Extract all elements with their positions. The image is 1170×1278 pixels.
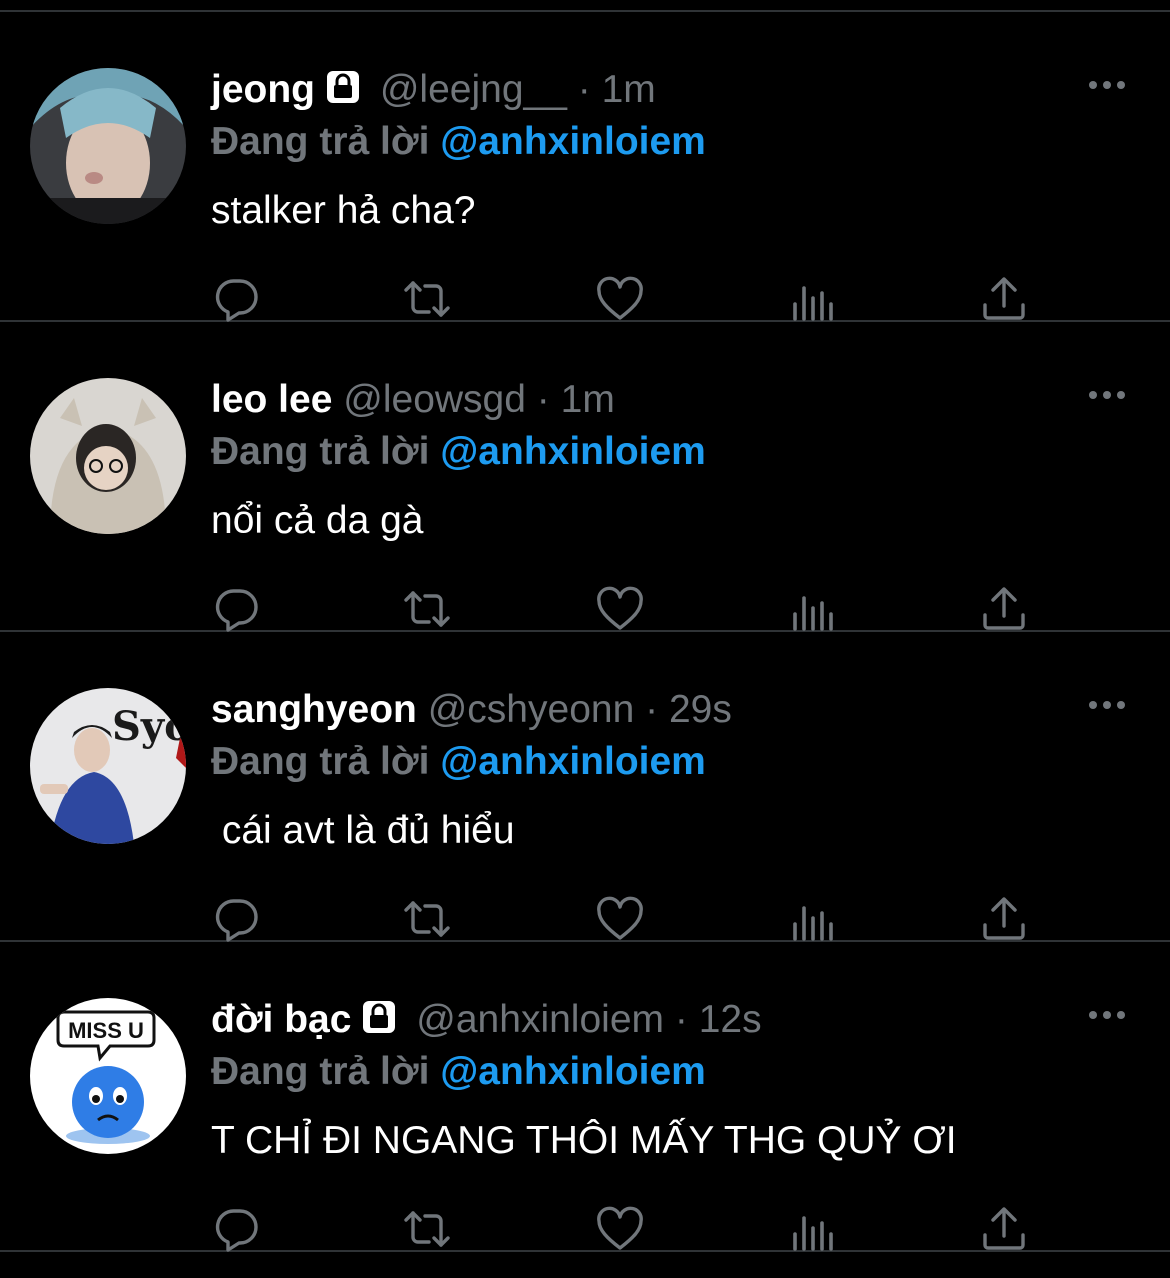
replying-label: Đang trả lời: [211, 120, 430, 163]
lock-icon: [361, 998, 397, 1048]
reply-icon[interactable]: [212, 1204, 262, 1254]
tweet-text: cái avt là đủ hiểu: [211, 809, 515, 852]
avatar[interactable]: [30, 68, 186, 224]
replying-to: Đang trả lời @anhxinloiem: [211, 117, 706, 167]
tweet-text: T CHỈ ĐI NGANG THÔI MẤY THG QUỶ ƠI: [211, 1119, 957, 1162]
views-icon[interactable]: [787, 894, 837, 944]
action-bar: [212, 894, 1032, 944]
display-name[interactable]: sanghyeon: [211, 688, 417, 731]
views-icon[interactable]: [787, 274, 837, 324]
display-name[interactable]: leo lee: [211, 378, 332, 421]
avatar[interactable]: MISS U: [30, 998, 186, 1154]
tweet[interactable]: jeong @leejng__ · 1m Đang trả lời @anhxi…: [0, 12, 1170, 322]
heart-icon[interactable]: [595, 584, 645, 634]
share-icon[interactable]: [979, 894, 1029, 944]
mention-link[interactable]: @anhxinloiem: [440, 740, 706, 783]
retweet-icon[interactable]: [402, 894, 452, 944]
replying-label: Đang trả lời: [211, 430, 430, 473]
more-icon[interactable]: [1088, 698, 1126, 712]
timestamp[interactable]: 29s: [669, 688, 732, 731]
avatar[interactable]: Syoau: [30, 688, 186, 844]
action-bar: [212, 584, 1032, 634]
replying-label: Đang trả lời: [211, 740, 430, 783]
avatar-text: Syoau: [112, 703, 186, 750]
separator: ·: [674, 998, 688, 1041]
separator: ·: [536, 378, 550, 421]
replying-to: Đang trả lời @anhxinloiem: [211, 737, 706, 787]
retweet-icon[interactable]: [402, 1204, 452, 1254]
more-icon[interactable]: [1088, 78, 1126, 92]
avatar[interactable]: [30, 378, 186, 534]
tweet-text: nổi cả da gà: [211, 499, 424, 542]
separator: ·: [645, 688, 659, 731]
tweet-text: stalker hả cha?: [211, 189, 476, 232]
avatar-text: MISS U: [68, 1018, 144, 1043]
display-name[interactable]: jeong: [211, 68, 315, 111]
reply-icon[interactable]: [212, 894, 262, 944]
retweet-icon[interactable]: [402, 584, 452, 634]
action-bar: [212, 274, 1032, 324]
username[interactable]: @leejng__: [380, 68, 567, 111]
separator: ·: [577, 68, 591, 111]
replying-to: Đang trả lời @anhxinloiem: [211, 1047, 706, 1097]
retweet-icon[interactable]: [402, 274, 452, 324]
action-bar: [212, 1204, 1032, 1254]
views-icon[interactable]: [787, 584, 837, 634]
timestamp[interactable]: 12s: [699, 998, 762, 1041]
timestamp[interactable]: 1m: [561, 378, 615, 421]
tweet-header: đời bạc @anhxinloiem · 12s: [211, 995, 762, 1048]
tweet[interactable]: leo lee @leowsgd · 1m Đang trả lời @anhx…: [0, 322, 1170, 632]
tweet[interactable]: Syoau sanghyeon @cshyeonn · 29s Đang trả…: [0, 632, 1170, 942]
mention-link[interactable]: @anhxinloiem: [440, 1050, 706, 1093]
mention-link[interactable]: @anhxinloiem: [440, 120, 706, 163]
tweet-header: jeong @leejng__ · 1m: [211, 65, 656, 118]
reply-icon[interactable]: [212, 584, 262, 634]
replying-to: Đang trả lời @anhxinloiem: [211, 427, 706, 477]
share-icon[interactable]: [979, 1204, 1029, 1254]
heart-icon[interactable]: [595, 274, 645, 324]
lock-icon: [325, 68, 361, 118]
mention-link[interactable]: @anhxinloiem: [440, 430, 706, 473]
username[interactable]: @leowsgd: [343, 378, 526, 421]
views-icon[interactable]: [787, 1204, 837, 1254]
heart-icon[interactable]: [595, 894, 645, 944]
reply-icon[interactable]: [212, 274, 262, 324]
share-icon[interactable]: [979, 274, 1029, 324]
tweet[interactable]: MISS U đời bạc @anhxinloiem · 12s Đang t…: [0, 942, 1170, 1252]
more-icon[interactable]: [1088, 388, 1126, 402]
username[interactable]: @cshyeonn: [428, 688, 635, 731]
tweet-header: sanghyeon @cshyeonn · 29s: [211, 685, 732, 735]
heart-icon[interactable]: [595, 1204, 645, 1254]
timestamp[interactable]: 1m: [602, 68, 656, 111]
more-icon[interactable]: [1088, 1008, 1126, 1022]
replying-label: Đang trả lời: [211, 1050, 430, 1093]
username[interactable]: @anhxinloiem: [416, 998, 664, 1041]
share-icon[interactable]: [979, 584, 1029, 634]
tweet-header: leo lee @leowsgd · 1m: [211, 375, 615, 425]
display-name[interactable]: đời bạc: [211, 998, 351, 1041]
top-divider: [0, 0, 1170, 12]
